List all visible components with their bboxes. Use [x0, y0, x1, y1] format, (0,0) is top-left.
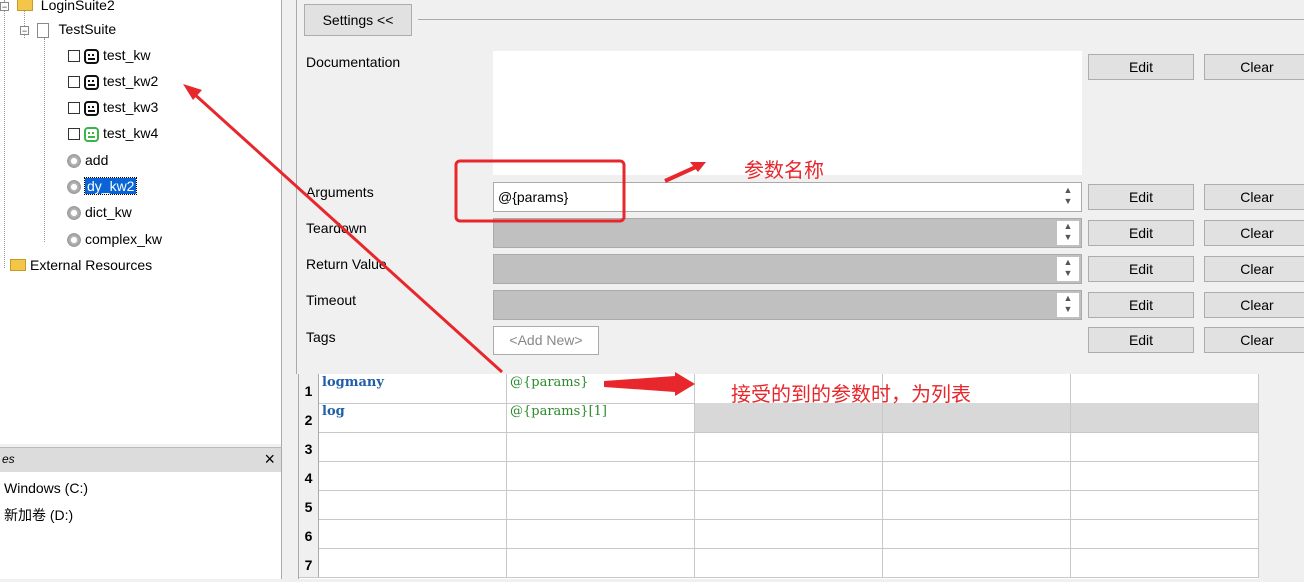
annotation-overlay	[183, 84, 706, 396]
annotation-param-name: 参数名称	[744, 158, 824, 182]
annotation-param-list: 接受的到的参数时，为列表	[731, 382, 971, 406]
highlight-box	[454, 159, 626, 223]
annotation-arrow	[604, 372, 695, 396]
annotation-arrow	[664, 164, 699, 183]
annotation-arrow	[190, 90, 504, 374]
